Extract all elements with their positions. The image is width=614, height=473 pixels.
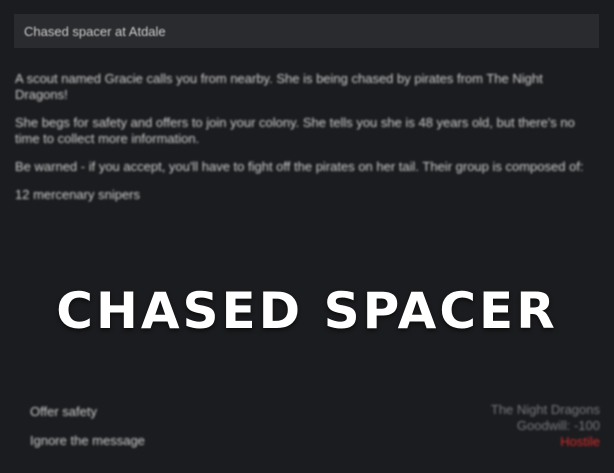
ignore-message-option[interactable]: Ignore the message [30,432,280,461]
dialog-body: A scout named Gracie calls you from near… [15,71,587,215]
event-dialog: Chased spacer at Atdale A scout named Gr… [0,0,614,473]
body-paragraph: She begs for safety and offers to join y… [15,115,575,146]
body-paragraph: A scout named Gracie calls you from near… [15,71,543,102]
faction-goodwill: Goodwill: -100 [516,418,600,433]
dialog-options: Offer safety Ignore the message [30,403,280,461]
dialog-title: Chased spacer at Atdale [24,23,166,39]
title-banner: CHASED SPACER [14,282,600,340]
dialog-title-bar: Chased spacer at Atdale [14,14,599,48]
offer-safety-option[interactable]: Offer safety [30,403,280,432]
body-paragraph: 12 mercenary snipers [15,187,140,202]
body-paragraph: Be warned - if you accept, you'll have t… [15,159,584,174]
faction-status: Hostile [560,434,600,449]
faction-name: The Night Dragons [490,402,600,417]
banner-title: CHASED SPACER [56,282,558,340]
faction-info: The Night Dragons Goodwill: -100 Hostile [400,402,600,450]
